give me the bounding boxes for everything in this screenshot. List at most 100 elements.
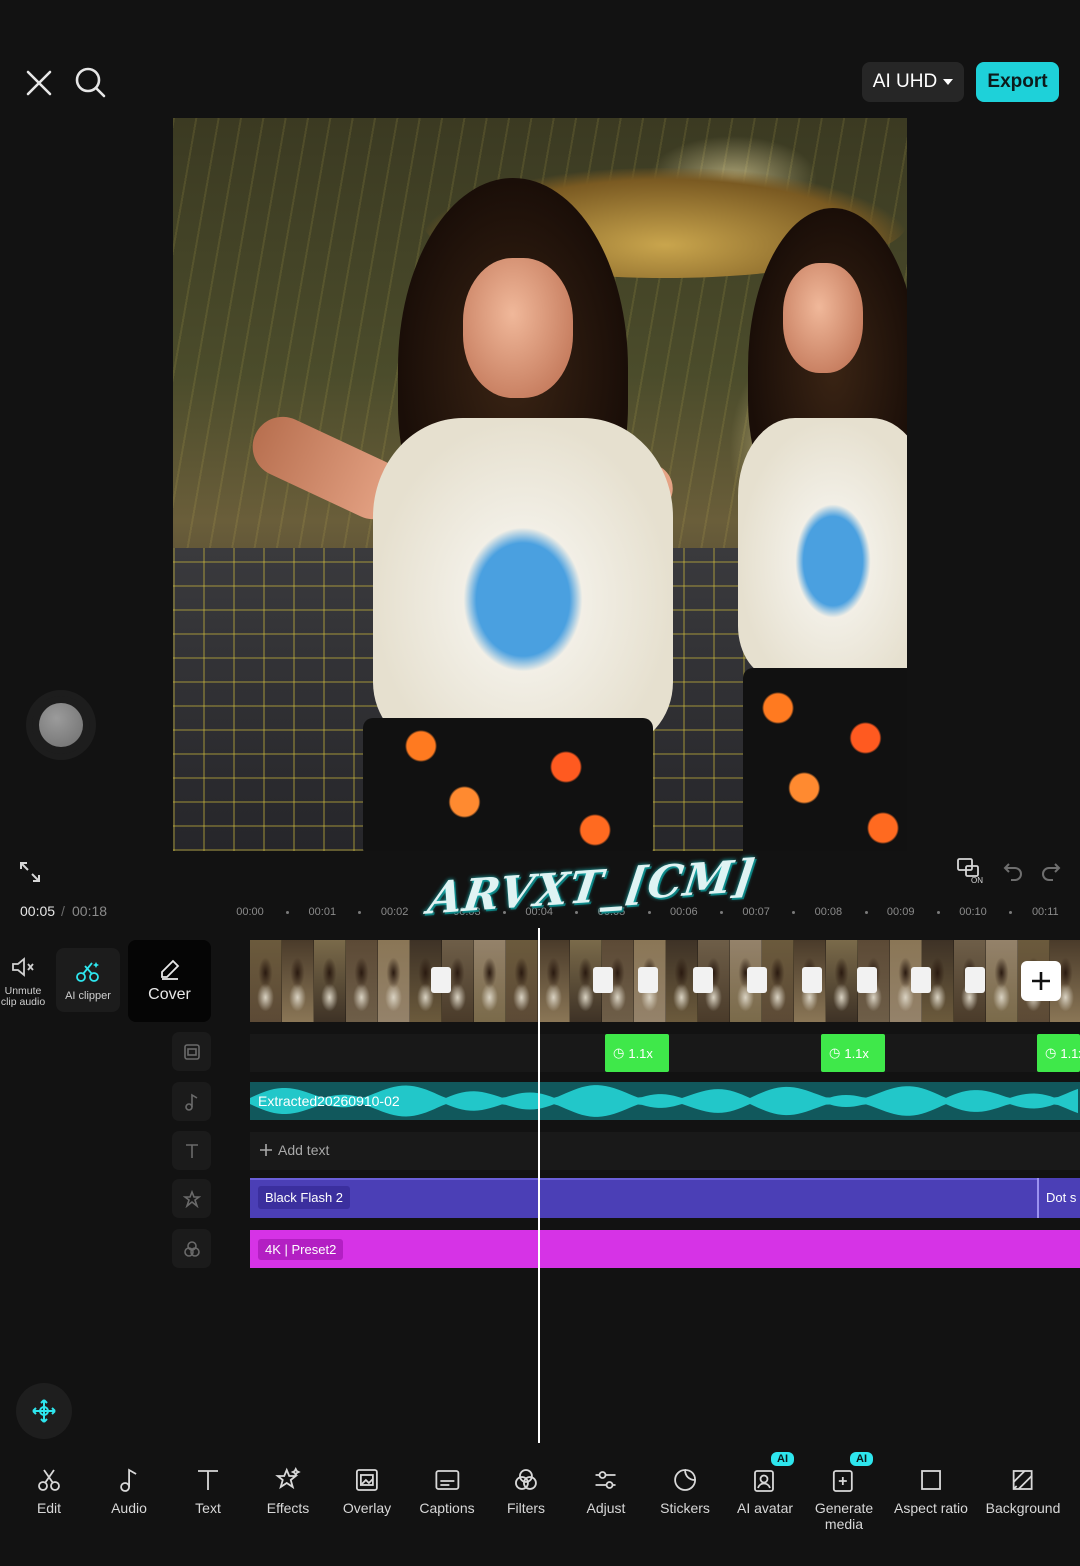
speed-icon: ◷: [613, 1045, 625, 1060]
aspect-ratio-icon: [921, 1470, 941, 1490]
scissors-icon: [38, 1469, 60, 1491]
tool-edit[interactable]: Edit: [35, 1466, 63, 1516]
video-thumbnail: [378, 940, 410, 1022]
floating-record-button[interactable]: [32, 696, 90, 754]
filter-lane-icon: [183, 1240, 200, 1257]
fullscreen-button[interactable]: [18, 860, 42, 884]
search-button[interactable]: [72, 64, 108, 100]
preview-subject-mirror: [718, 208, 907, 851]
tool-captions[interactable]: Captions: [419, 1466, 475, 1516]
current-time: 00:05: [20, 903, 56, 919]
transition-marker[interactable]: [965, 967, 985, 993]
track-icon-audio-lane[interactable]: [172, 1082, 211, 1121]
audio-track-label: Extracted20260910-02: [258, 1093, 400, 1109]
svg-text:ON: ON: [971, 876, 983, 884]
video-preview[interactable]: [173, 118, 907, 851]
keyframe-button[interactable]: [16, 1383, 72, 1439]
ruler-dot: [430, 911, 434, 914]
plus-icon: [260, 1144, 272, 1156]
sticker-icon: [674, 1469, 696, 1491]
ruler-tick: 00:07: [742, 906, 770, 918]
track-icon-text-lane[interactable]: [172, 1131, 211, 1170]
ruler-tick: 00:04: [525, 906, 553, 918]
ai-avatar-icon: [754, 1470, 774, 1492]
transition-marker[interactable]: [431, 967, 451, 993]
ruler-tick: 00:01: [308, 906, 337, 918]
video-thumbnail: [346, 940, 378, 1022]
timeline-tools: ON: [956, 856, 1062, 884]
transition-marker[interactable]: [693, 967, 713, 993]
tool-filters[interactable]: Filters: [507, 1466, 545, 1516]
add-clip-button[interactable]: [1021, 961, 1061, 1001]
ai-sync-toggle-icon[interactable]: ON: [956, 856, 986, 884]
tool-background[interactable]: Background: [986, 1466, 1060, 1516]
close-icon: [26, 70, 52, 96]
filter-track[interactable]: [250, 1230, 1080, 1268]
tool-ai-avatar[interactable]: AI avatar: [737, 1466, 793, 1516]
tool-adjust[interactable]: Adjust: [587, 1466, 625, 1516]
playhead[interactable]: [538, 928, 540, 1443]
search-icon: [75, 67, 106, 98]
tool-audio[interactable]: Audio: [111, 1466, 147, 1516]
transition-marker[interactable]: [911, 967, 931, 993]
transition-marker[interactable]: [593, 967, 613, 993]
tool-effects[interactable]: Effects: [267, 1466, 309, 1516]
generate-media-icon: [833, 1470, 853, 1492]
ruler-dot: [719, 911, 723, 914]
tool-generate-media[interactable]: Generate media: [815, 1466, 873, 1532]
cover-button[interactable]: Cover: [128, 940, 211, 1022]
ruler-tick: 00:03: [453, 906, 481, 918]
overlay-lane-icon: [183, 1043, 200, 1060]
undo-icon[interactable]: [1002, 859, 1024, 881]
unmute-label-line2: clip audio: [0, 996, 46, 1008]
video-thumbnail: [314, 940, 346, 1022]
speed-icon: ◷: [829, 1045, 841, 1060]
tool-stickers[interactable]: Stickers: [660, 1466, 710, 1516]
track-icon-sticker-lane[interactable]: [172, 1032, 211, 1071]
record-dot-icon: [39, 703, 83, 747]
filter-label: 4K | Preset2: [258, 1239, 344, 1260]
ai-clipper-icon: [76, 962, 99, 982]
video-thumbnail: [250, 940, 282, 1022]
effects-lane-icon: [182, 1189, 201, 1208]
transition-marker[interactable]: [747, 967, 767, 993]
adjust-sliders-icon: [595, 1471, 616, 1489]
background-icon: [1013, 1470, 1033, 1490]
tool-aspect-ratio[interactable]: Aspect ratio: [894, 1466, 968, 1516]
redo-icon[interactable]: [1040, 859, 1062, 881]
cover-label: Cover: [148, 986, 191, 1003]
video-track[interactable]: [250, 940, 1080, 1022]
track-icon-effects-lane[interactable]: [172, 1179, 211, 1218]
preview-subject-main: [242, 178, 683, 851]
video-thumbnail: [986, 940, 1018, 1022]
transition-marker[interactable]: [802, 967, 822, 993]
transition-marker[interactable]: [857, 967, 877, 993]
close-button[interactable]: [22, 66, 56, 100]
tool-overlay[interactable]: Overlay: [343, 1466, 391, 1516]
add-text-button[interactable]: Add text: [260, 1142, 329, 1158]
transition-marker[interactable]: [638, 967, 658, 993]
bottom-toolbar: Edit Audio Text Effects Overlay Captions…: [0, 1448, 1080, 1566]
ai-clipper-button[interactable]: AI clipper: [56, 948, 120, 1012]
speed-chip[interactable]: ◷1.1x: [821, 1034, 885, 1072]
quality-dropdown[interactable]: AI UHD: [862, 62, 964, 102]
fullscreen-icon: [20, 862, 40, 882]
ruler-dot: [1009, 911, 1013, 914]
text-lane[interactable]: [250, 1132, 1080, 1170]
tool-text[interactable]: Text: [194, 1466, 222, 1516]
add-text-label: Add text: [278, 1142, 330, 1158]
plus-icon: [1032, 972, 1050, 990]
track-icon-filter-lane[interactable]: [172, 1229, 211, 1268]
effect-track[interactable]: [250, 1178, 1037, 1218]
unmute-clip-audio-button[interactable]: Unmute clip audio: [0, 948, 46, 1018]
export-button[interactable]: Export: [976, 62, 1059, 102]
video-thumbnail: [506, 940, 538, 1022]
music-note-lane-icon: [184, 1093, 197, 1111]
ai-badge: AI: [850, 1452, 873, 1466]
speed-chip[interactable]: ◷1.1x: [605, 1034, 669, 1072]
video-thumbnail: [282, 940, 314, 1022]
video-thumbnail: [474, 940, 506, 1022]
speed-chip[interactable]: ◷1.1x: [1037, 1034, 1080, 1072]
ruler-dot: [575, 911, 579, 914]
ruler-tick: 00:06: [670, 906, 698, 918]
